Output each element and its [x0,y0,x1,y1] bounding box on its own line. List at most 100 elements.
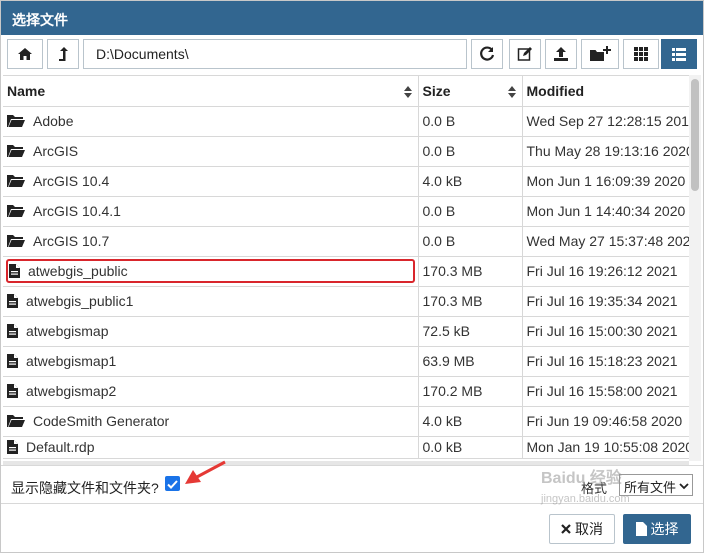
name-content: Default.rdp [7,439,414,455]
modified-cell: Mon Jun 1 16:09:39 2020 [522,166,689,197]
file-name: ArcGIS 10.7 [33,233,110,249]
new-folder-button[interactable] [581,39,619,69]
name-cell: Default.rdp [3,436,419,459]
table-row[interactable]: atwebgismap 72.5 kB Fri Jul 16 15:00:30 20… [3,316,689,347]
column-header-name[interactable]: Name [3,76,419,107]
size-cell: 170.2 MB [418,376,523,407]
table-row[interactable]: ArcGIS 10.4 4.0 kB Mon Jun 1 16:09:39 2020 [3,166,689,197]
file-name: atwebgis_public [28,263,128,279]
file-name: atwebgismap2 [26,383,117,399]
column-header-label: Modified [526,82,585,99]
modified-cell: Wed Sep 27 12:28:15 2017 [522,106,689,137]
table-row[interactable]: ArcGIS 0.0 B Thu May 28 19:13:16 2020 [3,136,689,167]
grid-icon [634,47,648,61]
modified-cell: Fri Jul 16 19:26:12 2021 [522,256,689,287]
modified-cell: Wed May 27 15:37:48 2020 [522,226,689,257]
level-up-icon [57,46,69,62]
cancel-label: 取消 [575,521,603,537]
name-cell: atwebgismap1 [3,346,419,377]
table-row[interactable]: ArcGIS 10.4.1 0.0 B Mon Jun 1 14:40:34 202… [3,196,689,227]
name-cell: ArcGIS 10.4 [3,166,419,197]
name-content: ArcGIS 10.7 [7,233,414,249]
file-icon [7,294,18,308]
column-header-label: Name [7,82,46,99]
name-cell: Adobe [3,106,419,137]
size-cell: 170.3 MB [418,286,523,317]
chevron-down-icon [679,479,689,494]
file-icon [7,440,18,454]
name-cell: ArcGIS [3,136,419,167]
name-content: atwebgismap2 [7,383,414,399]
size-cell: 63.9 MB [418,346,523,377]
size-cell: 0.0 B [418,106,523,137]
table-row[interactable]: Default.rdp 0.0 kB Mon Jan 19 10:55:08 202… [3,436,689,459]
home-button[interactable] [7,39,43,69]
size-cell: 4.0 kB [418,406,523,437]
modified-cell: Mon Jan 19 10:55:08 2020 [522,436,689,459]
size-cell: 170.3 MB [418,256,523,287]
table-row[interactable]: atwebgismap1 63.9 MB Fri Jul 16 15:18:23 2… [3,346,689,377]
format-selected-value: 所有文件 [624,480,677,495]
modified-cell: Fri Jul 16 15:18:23 2021 [522,346,689,377]
show-hidden-checkbox[interactable] [165,476,180,491]
column-header-modified[interactable]: Modified [522,76,689,107]
table-row[interactable]: CodeSmith Generator 4.0 kB Fri Jun 19 09:4… [3,406,689,437]
name-cell: atwebgis_public [3,256,419,287]
modified-cell: Fri Jul 16 15:00:30 2021 [522,316,689,347]
name-cell: atwebgis_public1 [3,286,419,317]
file-icon [7,354,18,368]
scrollbar-thumb[interactable] [691,79,699,191]
file-table-container: Name Size Modified Adobe 0.0 B Wed Sep 27 … [3,75,689,461]
size-cell: 72.5 kB [418,316,523,347]
edit-icon [517,46,533,62]
highlighted-item: atwebgis_public [6,259,415,283]
name-cell: CodeSmith Generator [3,406,419,437]
select-button[interactable]: 选择 [623,514,691,544]
grid-view-button[interactable] [623,39,659,69]
upload-button[interactable] [545,39,577,69]
file-icon [635,522,647,536]
name-content: Adobe [7,113,414,129]
folder-icon [7,234,25,248]
file-name: atwebgismap1 [26,353,117,369]
refresh-button[interactable] [471,39,503,69]
modified-cell: Fri Jul 16 19:35:34 2021 [522,286,689,317]
file-name: Default.rdp [26,439,95,455]
table-row[interactable]: atwebgismap2 170.2 MB Fri Jul 16 15:58:00 … [3,376,689,407]
list-icon [672,47,686,61]
name-content: CodeSmith Generator [7,413,414,429]
parent-folder-button[interactable] [47,39,79,69]
modified-cell: Fri Jul 16 15:58:00 2021 [522,376,689,407]
name-content: ArcGIS [7,143,414,159]
format-label: 格式 [581,481,608,496]
rename-button[interactable] [509,39,541,69]
modified-cell: Fri Jun 19 09:46:58 2020 [522,406,689,437]
vertical-scrollbar[interactable] [689,75,701,461]
file-name: Adobe [33,113,74,129]
name-content: atwebgis_public1 [7,293,414,309]
table-row[interactable]: ArcGIS 10.7 0.0 B Wed May 27 15:37:48 2020 [3,226,689,257]
show-hidden-label: 显示隐藏文件和文件夹? [11,480,159,496]
file-name: CodeSmith Generator [33,413,170,429]
path-input[interactable]: D:\Documents\ [83,39,467,69]
options-bar: 显示隐藏文件和文件夹? 格式 所有文件 [1,460,703,503]
table-row[interactable]: atwebgis_public 170.3 MB Fri Jul 16 19:26:… [3,256,689,287]
file-name: ArcGIS 10.4.1 [33,203,121,219]
size-cell: 0.0 B [418,196,523,227]
list-view-button[interactable] [661,39,697,69]
home-icon [17,47,33,61]
cancel-button[interactable]: 取消 [549,514,615,544]
folder-icon [7,174,25,188]
name-content: ArcGIS 10.4.1 [7,203,414,219]
file-name: ArcGIS 10.4 [33,173,110,189]
refresh-icon [479,46,495,62]
table-row[interactable]: Adobe 0.0 B Wed Sep 27 12:28:15 2017 [3,106,689,137]
table-row[interactable]: atwebgis_public1 170.3 MB Fri Jul 16 19:35… [3,286,689,317]
folder-icon [7,204,25,218]
select-label: 选择 [650,521,679,537]
file-icon [7,384,18,398]
column-header-size[interactable]: Size [418,76,523,107]
file-icon [9,264,20,278]
format-select[interactable]: 所有文件 [619,474,693,496]
name-cell: ArcGIS 10.4.1 [3,196,419,227]
